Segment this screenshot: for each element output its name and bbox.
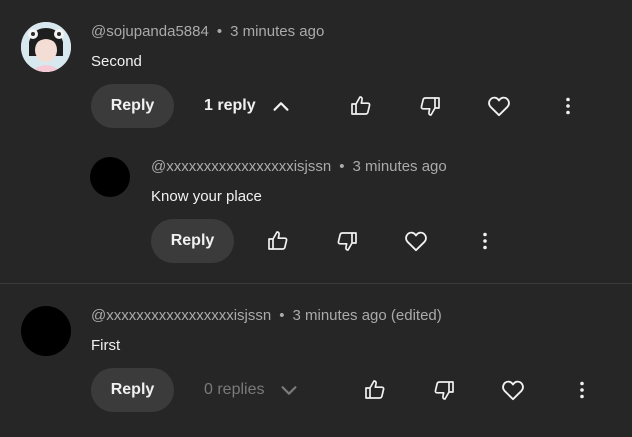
dislike-button[interactable] xyxy=(410,86,450,126)
avatar[interactable] xyxy=(21,22,71,72)
avatar[interactable] xyxy=(21,306,71,356)
thumb-down-icon xyxy=(337,232,357,251)
comment: @sojupanda5884 • 3 minutes ago Second Repl… xyxy=(0,0,632,283)
like-button[interactable] xyxy=(355,370,395,410)
thumb-up-icon xyxy=(365,380,385,399)
avatar[interactable] xyxy=(90,157,130,197)
more-vert-icon xyxy=(483,232,487,250)
comment-text: Know your place xyxy=(151,188,262,205)
heart-icon xyxy=(405,231,427,252)
heart-icon xyxy=(488,96,510,117)
more-options-button[interactable] xyxy=(548,86,588,126)
timestamp[interactable]: 3 minutes ago xyxy=(353,158,447,175)
more-vert-icon xyxy=(580,381,584,399)
comment-text: First xyxy=(91,337,121,354)
reply-button[interactable]: Reply xyxy=(91,84,174,128)
replies-count: 1 reply xyxy=(204,97,256,114)
thumb-up-icon xyxy=(351,96,371,115)
username[interactable]: @xxxxxxxxxxxxxxxxxisjssn xyxy=(91,307,271,324)
replies-count: 0 replies xyxy=(204,381,265,398)
comment-meta: @sojupanda5884 • 3 minutes ago xyxy=(91,23,324,40)
more-vert-icon xyxy=(566,97,570,115)
dislike-button[interactable] xyxy=(424,370,464,410)
replies-toggle: 0 replies xyxy=(204,368,300,412)
dislike-button[interactable] xyxy=(327,221,367,261)
comment-meta: @xxxxxxxxxxxxxxxxxisjssn • 3 minutes ago (… xyxy=(91,307,442,324)
like-button[interactable] xyxy=(341,86,381,126)
timestamp[interactable]: 3 minutes ago (edited) xyxy=(293,307,442,324)
separator-dot: • xyxy=(279,307,285,324)
more-options-button[interactable] xyxy=(465,221,505,261)
heart-button[interactable] xyxy=(493,370,533,410)
reply-button[interactable]: Reply xyxy=(151,219,234,263)
username[interactable]: @xxxxxxxxxxxxxxxxxisjssn xyxy=(151,158,331,175)
comment: @xxxxxxxxxxxxxxxxxisjssn • 3 minutes ago (… xyxy=(0,284,632,437)
username[interactable]: @sojupanda5884 xyxy=(91,23,209,40)
heart-button[interactable] xyxy=(479,86,519,126)
replies-toggle[interactable]: 1 reply xyxy=(204,84,292,128)
comment-text: Second xyxy=(91,53,142,70)
like-button[interactable] xyxy=(258,221,298,261)
thumb-down-icon xyxy=(434,381,454,400)
heart-button[interactable] xyxy=(396,221,436,261)
reply-button[interactable]: Reply xyxy=(91,368,174,412)
thumb-down-icon xyxy=(420,97,440,116)
thumb-up-icon xyxy=(268,231,288,250)
separator-dot: • xyxy=(339,158,345,175)
chevron-down-icon xyxy=(281,386,298,395)
more-options-button[interactable] xyxy=(562,370,602,410)
timestamp[interactable]: 3 minutes ago xyxy=(230,23,324,40)
heart-icon xyxy=(502,380,524,401)
separator-dot: • xyxy=(216,23,223,40)
chevron-up-icon xyxy=(273,102,289,111)
comment-meta: @xxxxxxxxxxxxxxxxxisjssn • 3 minutes ago xyxy=(151,158,447,175)
avatar-image xyxy=(21,22,71,72)
